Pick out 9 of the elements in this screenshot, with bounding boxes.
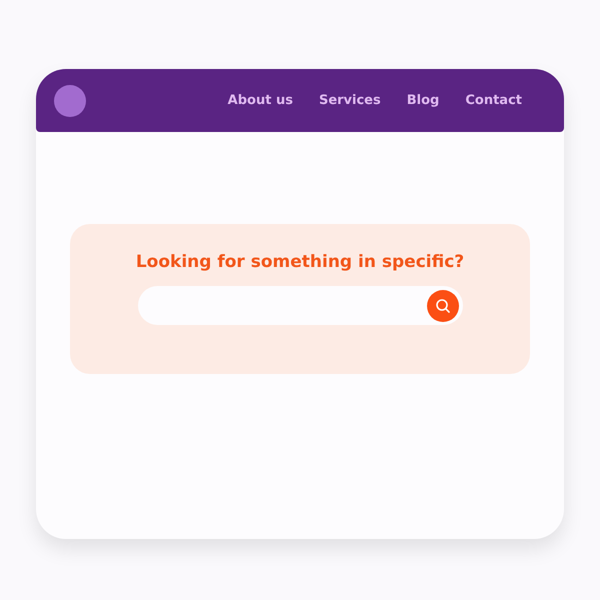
search-icon [434, 298, 450, 314]
nav-link[interactable]: Contact [465, 93, 522, 108]
search-heading: Looking for something in specific? [136, 252, 464, 272]
nav-link[interactable]: Blog [406, 93, 440, 108]
nav-link[interactable]: Services [318, 93, 381, 108]
search-field[interactable] [138, 286, 462, 325]
logo-circle-icon[interactable] [54, 84, 86, 116]
search-button[interactable] [426, 290, 458, 322]
nav-link[interactable]: About us [228, 93, 293, 108]
